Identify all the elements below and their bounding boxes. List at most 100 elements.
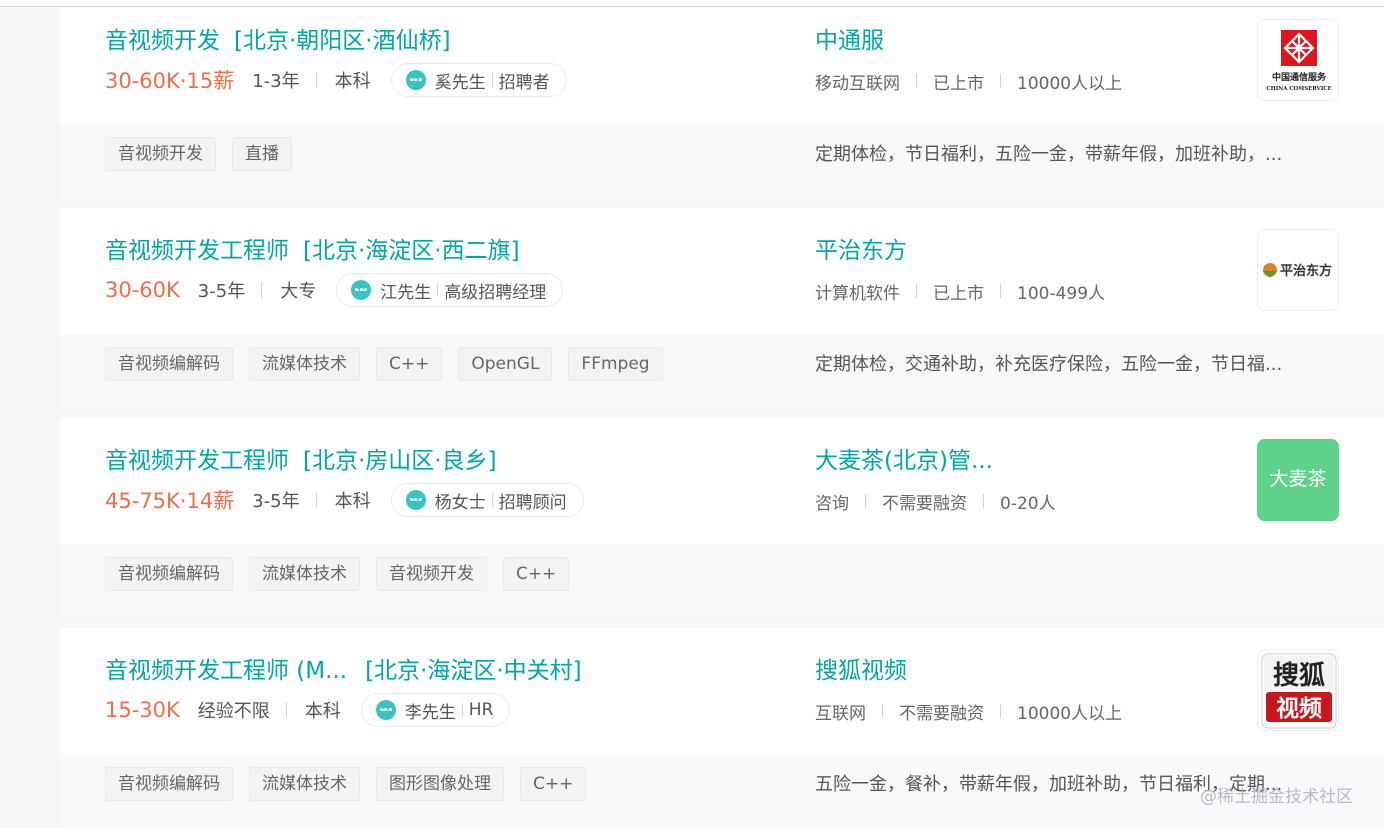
svg-text:CHINA COMSERVICE: CHINA COMSERVICE bbox=[1266, 86, 1331, 92]
divider bbox=[1000, 284, 1001, 298]
company-tags: 咨询 不需要融资 0-20人 bbox=[815, 486, 1056, 516]
skill-tag[interactable]: 流媒体技术 bbox=[249, 557, 360, 591]
company-tags: 移动互联网 已上市 10000人以上 bbox=[815, 66, 1122, 96]
job-card: 音视频开发工程师 [北京·海淀区·西二旗] 30-60K 3-5年 大专 江先生 … bbox=[60, 198, 1384, 410]
degree-requirement: 本科 bbox=[304, 701, 341, 722]
job-title[interactable]: 音视频开发工程师 bbox=[105, 238, 289, 264]
divider bbox=[491, 73, 493, 87]
company-name-link[interactable]: 大麦茶(北京)管... bbox=[815, 446, 993, 476]
skill-tag[interactable]: 流媒体技术 bbox=[249, 347, 360, 381]
salary: 15-30K bbox=[105, 698, 180, 722]
job-card-primary[interactable]: 音视频开发工程师 [北京·海淀区·西二旗] 30-60K 3-5年 大专 江先生 … bbox=[60, 208, 1384, 334]
company-name-link[interactable]: 搜狐视频 bbox=[815, 656, 907, 686]
skill-tag[interactable]: FFmpeg bbox=[568, 347, 663, 381]
job-card: 音视频开发 [北京·朝阳区·酒仙桥] 30-60K·15薪 1-3年 本科 奚先生… bbox=[60, 8, 1384, 200]
divider bbox=[437, 283, 439, 297]
chat-bubble-icon bbox=[351, 280, 372, 300]
skill-tag[interactable]: 音视频编解码 bbox=[105, 557, 233, 591]
china-comservice-logo-icon: 中国通信服务 CHINA COMSERVICE bbox=[1266, 30, 1332, 92]
job-card-primary[interactable]: 音视频开发工程师 [北京·房山区·良乡] 45-75K·14薪 3-5年 本科 杨… bbox=[60, 418, 1384, 544]
job-list-page: 音视频开发 [北京·朝阳区·酒仙桥] 30-60K·15薪 1-3年 本科 奚先生… bbox=[0, 0, 1384, 828]
recruiter-role: 招聘顾问 bbox=[498, 492, 567, 513]
job-info-row: 15-30K 经验不限 本科 李先生 HR bbox=[105, 693, 511, 727]
divider bbox=[916, 284, 917, 298]
svg-text:搜狐: 搜狐 bbox=[1273, 661, 1325, 691]
svg-text:平治东方: 平治东方 bbox=[1280, 263, 1332, 279]
svg-text:大麦茶: 大麦茶 bbox=[1269, 468, 1326, 490]
recruiter-role: HR bbox=[468, 700, 494, 720]
company-logo[interactable]: 平治东方 bbox=[1257, 229, 1339, 311]
benefits-text: 定期体检，交通补助，补充医疗保险，五险一金，节日福... bbox=[815, 354, 1283, 375]
company-logo[interactable]: 中国通信服务 CHINA COMSERVICE bbox=[1257, 19, 1339, 101]
company-industry: 计算机软件 bbox=[815, 283, 900, 304]
chat-recruiter-button[interactable]: 李先生 HR bbox=[360, 693, 511, 727]
degree-requirement: 本科 bbox=[334, 71, 371, 92]
skill-tags: 音视频编解码 流媒体技术 音视频开发 C++ bbox=[105, 557, 585, 591]
recruiter-name: 江先生 bbox=[380, 282, 432, 303]
skill-tag[interactable]: OpenGL bbox=[458, 347, 553, 381]
skill-tag[interactable]: C++ bbox=[503, 557, 570, 591]
job-area: [北京·海淀区·西二旗] bbox=[303, 238, 520, 264]
skill-tag[interactable]: 音视频编解码 bbox=[105, 347, 233, 381]
chat-bubble-icon bbox=[375, 700, 396, 720]
job-card-secondary: 音视频编解码 流媒体技术 C++ OpenGL FFmpeg 定期体检，交通补助… bbox=[60, 334, 1384, 410]
company-name-link[interactable]: 中通服 bbox=[815, 26, 884, 56]
divider bbox=[261, 282, 263, 298]
salary: 45-75K·14薪 bbox=[105, 489, 235, 513]
job-title-link[interactable]: 音视频开发工程师 [北京·房山区·良乡] bbox=[105, 446, 497, 476]
chat-recruiter-button[interactable]: 奚先生 招聘者 bbox=[390, 63, 567, 97]
job-card: 音视频开发工程师 (M... [北京·海淀区·中关村] 15-30K 经验不限 本… bbox=[60, 618, 1384, 828]
divider bbox=[315, 72, 317, 88]
company-logo[interactable]: 大麦茶 bbox=[1257, 439, 1339, 521]
skill-tag[interactable]: 直播 bbox=[232, 137, 292, 171]
job-title[interactable]: 音视频开发 bbox=[105, 28, 220, 54]
skill-tag[interactable]: 音视频开发 bbox=[105, 137, 216, 171]
company-size: 10000人以上 bbox=[1017, 73, 1123, 94]
divider bbox=[865, 494, 866, 508]
divider bbox=[1000, 74, 1001, 88]
chat-recruiter-button[interactable]: 江先生 高级招聘经理 bbox=[336, 273, 564, 307]
job-title-link[interactable]: 音视频开发工程师 [北京·海淀区·西二旗] bbox=[105, 236, 520, 266]
job-title-link[interactable]: 音视频开发工程师 (M... [北京·海淀区·中关村] bbox=[105, 656, 582, 686]
company-industry: 咨询 bbox=[815, 493, 849, 514]
job-info-row: 45-75K·14薪 3-5年 本科 杨女士 招聘顾问 bbox=[105, 483, 584, 517]
job-title[interactable]: 音视频开发工程师 (M... bbox=[105, 656, 347, 686]
job-info-row: 30-60K·15薪 1-3年 本科 奚先生 招聘者 bbox=[105, 63, 567, 97]
skill-tags: 音视频编解码 流媒体技术 图形图像处理 C++ bbox=[105, 767, 602, 801]
job-card: 音视频开发工程师 [北京·房山区·良乡] 45-75K·14薪 3-5年 本科 杨… bbox=[60, 408, 1384, 620]
company-industry: 互联网 bbox=[815, 703, 866, 724]
divider bbox=[916, 74, 917, 88]
skill-tag[interactable]: 音视频开发 bbox=[376, 557, 487, 591]
job-card-secondary: 音视频编解码 流媒体技术 图形图像处理 C++ 五险一金，餐补，带薪年假，加班补… bbox=[60, 754, 1384, 828]
company-industry: 移动互联网 bbox=[815, 73, 900, 94]
company-size: 0-20人 bbox=[1000, 493, 1056, 514]
skill-tag[interactable]: 图形图像处理 bbox=[376, 767, 504, 801]
experience-requirement: 1-3年 bbox=[252, 71, 300, 92]
salary: 30-60K·15薪 bbox=[105, 69, 235, 93]
skill-tag[interactable]: C++ bbox=[520, 767, 587, 801]
job-card-primary[interactable]: 音视频开发 [北京·朝阳区·酒仙桥] 30-60K·15薪 1-3年 本科 奚先生… bbox=[60, 8, 1384, 124]
skill-tag[interactable]: C++ bbox=[376, 347, 443, 381]
skill-tag[interactable]: 流媒体技术 bbox=[249, 767, 360, 801]
chat-bubble-icon bbox=[405, 490, 426, 510]
skill-tag[interactable]: 音视频编解码 bbox=[105, 767, 233, 801]
company-size: 100-499人 bbox=[1017, 283, 1106, 304]
job-card-secondary: 音视频编解码 流媒体技术 音视频开发 C++ bbox=[60, 544, 1384, 620]
chat-recruiter-button[interactable]: 杨女士 招聘顾问 bbox=[390, 483, 584, 517]
chat-bubble-icon bbox=[405, 70, 426, 90]
divider bbox=[461, 703, 463, 717]
company-logo[interactable]: 搜狐 视频 bbox=[1257, 649, 1339, 731]
job-title[interactable]: 音视频开发工程师 bbox=[105, 448, 289, 474]
experience-requirement: 3-5年 bbox=[252, 491, 300, 512]
divider bbox=[315, 492, 317, 508]
skill-tags: 音视频开发 直播 bbox=[105, 137, 308, 171]
watermark: @稀土掘金技术社区 bbox=[1200, 787, 1353, 807]
recruiter-name: 杨女士 bbox=[434, 492, 486, 513]
job-title-link[interactable]: 音视频开发 [北京·朝阳区·酒仙桥] bbox=[105, 26, 451, 56]
company-name-link[interactable]: 平治东方 bbox=[815, 236, 907, 266]
degree-requirement: 本科 bbox=[334, 491, 371, 512]
job-area: [北京·海淀区·中关村] bbox=[365, 658, 582, 684]
experience-requirement: 3-5年 bbox=[197, 281, 246, 302]
divider bbox=[285, 702, 287, 718]
job-card-primary[interactable]: 音视频开发工程师 (M... [北京·海淀区·中关村] 15-30K 经验不限 本… bbox=[60, 628, 1384, 754]
